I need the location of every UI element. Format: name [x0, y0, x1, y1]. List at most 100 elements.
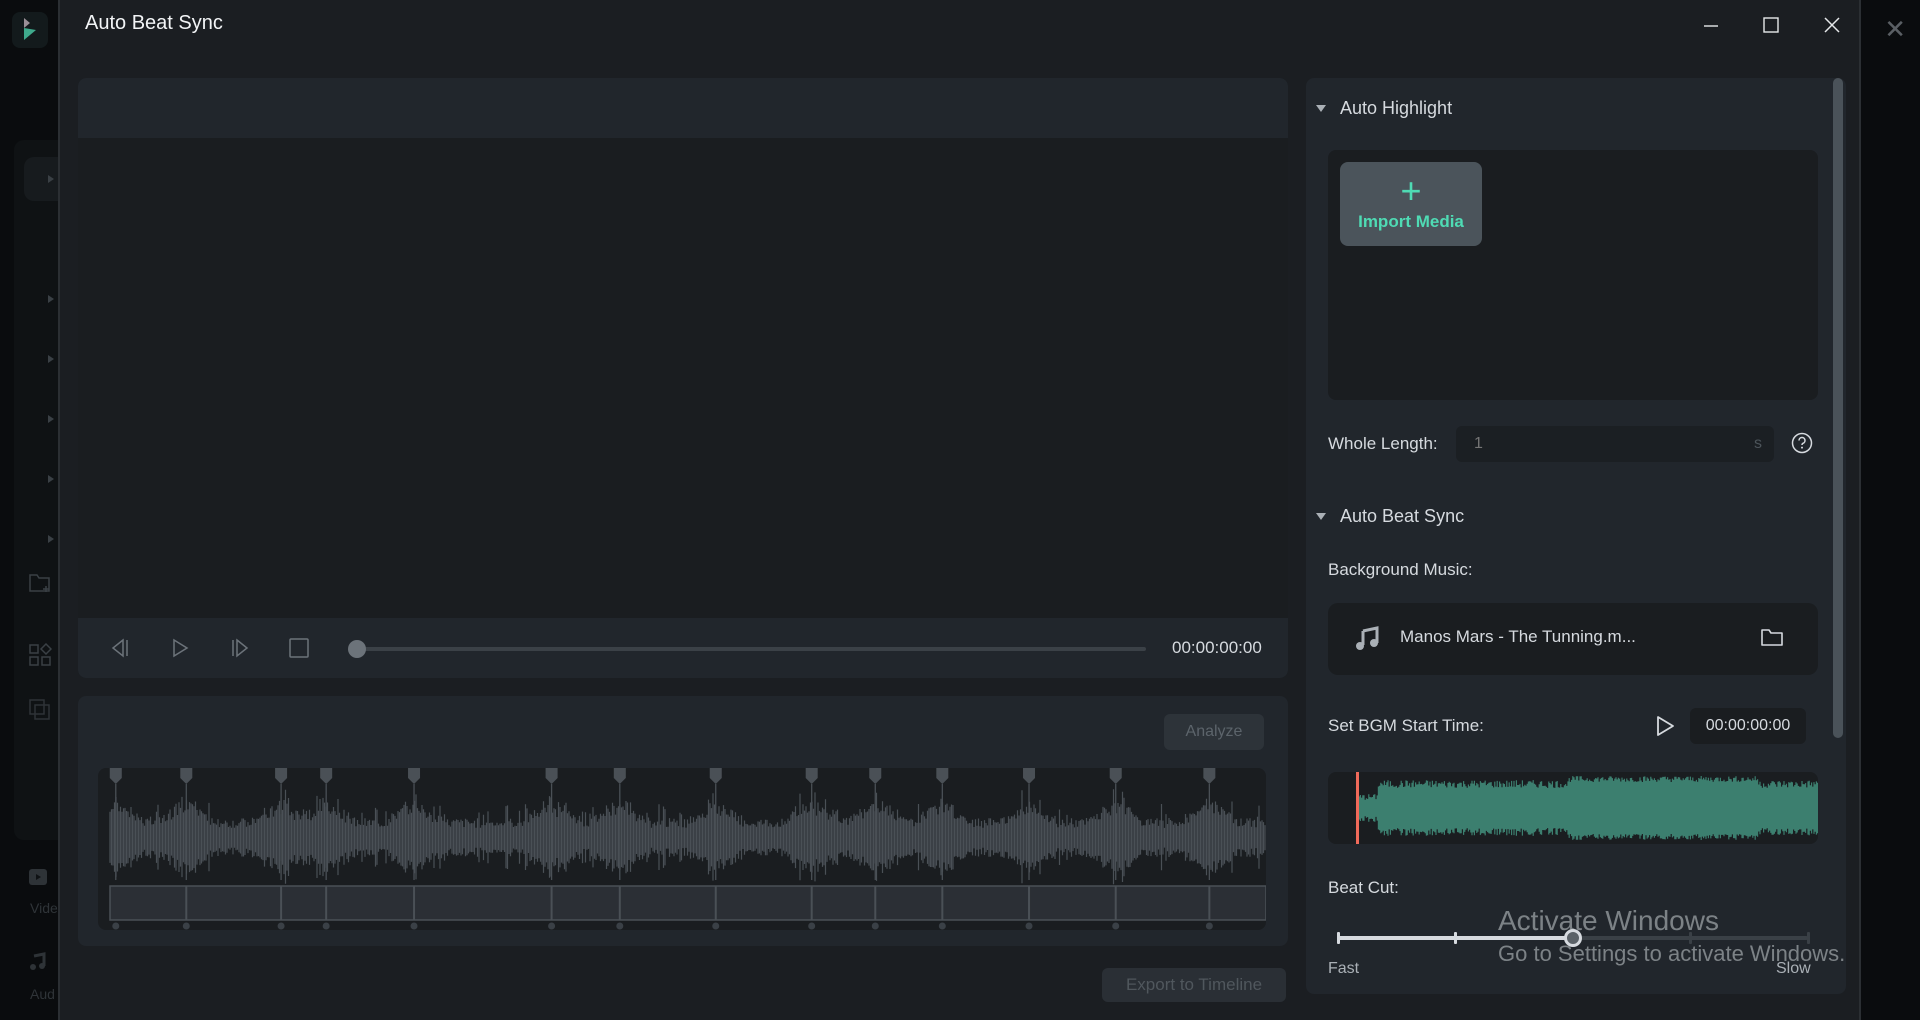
browse-folder-button[interactable] [1760, 626, 1784, 653]
previous-frame-button[interactable] [105, 634, 135, 662]
settings-panel: Auto Highlight + Import Media Whole Leng… [1306, 78, 1846, 994]
beat-cut-fast-label: Fast [1328, 960, 1360, 977]
auto-beat-sync-title: Auto Beat Sync [1340, 506, 1465, 526]
beat-marker-flag [936, 768, 949, 784]
clip-strip [109, 885, 1266, 921]
slider-tick [1689, 932, 1692, 944]
beat-marker-dot [871, 922, 879, 930]
beat-marker-flag [109, 768, 122, 784]
auto-highlight-title: Auto Highlight [1340, 98, 1453, 118]
beat-marker-flag [275, 768, 288, 784]
folder-icon [1761, 629, 1783, 646]
stop-icon [289, 638, 309, 658]
beat-marker-flag [869, 768, 882, 784]
stop-button[interactable] [284, 634, 314, 662]
beat-marker-flag [320, 768, 333, 784]
beat-marker-dot [1025, 922, 1033, 930]
maximize-button[interactable] [1751, 8, 1791, 42]
collapse-caret-icon [1316, 105, 1326, 112]
bgm-play-button[interactable] [1654, 714, 1676, 743]
analyze-button[interactable]: Analyze [1164, 714, 1264, 750]
scrollbar-thumb[interactable] [1833, 78, 1843, 738]
auto-beat-sync-section-header[interactable]: Auto Beat Sync [1316, 506, 1464, 527]
beat-marker-dot [1112, 922, 1120, 930]
beat-marker-dot [322, 922, 330, 930]
player-timecode: 00:00:00:00 [1172, 638, 1262, 657]
beat-marker-dot [410, 922, 418, 930]
preview-header [78, 78, 1288, 138]
whole-length-input[interactable] [1456, 426, 1774, 462]
previous-frame-icon [111, 638, 128, 658]
auto-beat-sync-dialog: Auto Beat Sync 00:00:00:00 Analyze Expor… [58, 0, 1861, 1020]
beat-marker-flag [1109, 768, 1122, 784]
beat-marker-dot [1205, 922, 1213, 930]
background-close-icon[interactable]: ✕ [1884, 16, 1906, 42]
caret-right-icon [48, 535, 54, 543]
beat-marker-dot [808, 922, 816, 930]
export-to-timeline-button[interactable]: Export to Timeline [1102, 968, 1286, 1002]
play-button[interactable] [165, 634, 195, 662]
minimize-button[interactable] [1691, 8, 1731, 42]
settings-scrollbar[interactable] [1832, 78, 1844, 738]
help-button[interactable] [1791, 432, 1813, 459]
maximize-icon [1763, 17, 1779, 33]
bgm-waveform-path [1357, 776, 1818, 840]
beat-marker-flag [1203, 768, 1216, 784]
beat-cut-slider[interactable] [1336, 928, 1810, 948]
bgm-start-time-label: Set BGM Start Time: [1328, 716, 1484, 735]
beat-cut-label: Beat Cut: [1328, 878, 1399, 897]
waveform-path [109, 789, 1266, 885]
collapse-caret-icon [1316, 513, 1326, 520]
caret-down-icon [48, 175, 54, 183]
background-music-label: Background Music: [1328, 560, 1473, 579]
beat-cut-slow-label: Slow [1776, 960, 1811, 977]
title-bar[interactable]: Auto Beat Sync [60, 0, 1859, 50]
beat-marker-dot [277, 922, 285, 930]
beat-waveform-graphic [109, 768, 1266, 930]
new-folder-icon [28, 572, 52, 600]
filmora-logo-icon [24, 18, 36, 40]
whole-length-label: Whole Length: [1328, 434, 1438, 453]
beat-analysis-panel: Analyze [78, 696, 1288, 946]
play-icon [1657, 716, 1674, 736]
auto-highlight-section-header[interactable]: Auto Highlight [1316, 98, 1452, 119]
media-drop-area[interactable]: + Import Media [1328, 150, 1818, 400]
music-note-icon [1356, 626, 1379, 650]
close-button[interactable] [1812, 8, 1852, 42]
play-icon [173, 638, 189, 658]
beat-marker-flag [805, 768, 818, 784]
scrubber-handle[interactable] [348, 640, 366, 658]
caret-right-icon [48, 355, 54, 363]
beat-marker-flag [545, 768, 558, 784]
beat-marker-dot [712, 922, 720, 930]
beat-marker-flag [613, 768, 626, 784]
music-file-name: Manos Mars - The Tunning.m... [1400, 627, 1636, 646]
beat-marker-dot [616, 922, 624, 930]
bgm-start-time-field[interactable]: 00:00:00:00 [1690, 708, 1806, 744]
next-frame-button[interactable] [225, 634, 255, 662]
beat-marker-flag [1023, 768, 1036, 784]
minimize-icon [1704, 25, 1718, 27]
slider-tick [1454, 932, 1457, 944]
slider-handle[interactable] [1564, 929, 1582, 947]
beat-marker-dot [112, 922, 120, 930]
beat-waveform[interactable] [98, 768, 1266, 930]
caret-right-icon [48, 415, 54, 423]
background-music-selector[interactable]: Manos Mars - The Tunning.m... [1328, 603, 1818, 675]
video-icon [28, 866, 48, 892]
audio-label: Aud [30, 986, 55, 1002]
import-media-label: Import Media [1358, 212, 1464, 231]
import-media-button[interactable]: + Import Media [1340, 162, 1482, 246]
close-icon [1824, 17, 1840, 33]
bgm-playhead [1356, 772, 1359, 844]
playback-scrubber[interactable] [348, 640, 1146, 658]
dialog-title: Auto Beat Sync [85, 12, 223, 34]
beat-marker-flag [180, 768, 193, 784]
caret-right-icon [48, 295, 54, 303]
overlay-icon [28, 698, 52, 728]
preview-screen [78, 138, 1288, 618]
bgm-waveform[interactable] [1328, 772, 1818, 844]
bgm-waveform-graphic [1356, 772, 1818, 844]
video-label: Vide [30, 900, 58, 916]
slider-tick [1806, 932, 1810, 944]
